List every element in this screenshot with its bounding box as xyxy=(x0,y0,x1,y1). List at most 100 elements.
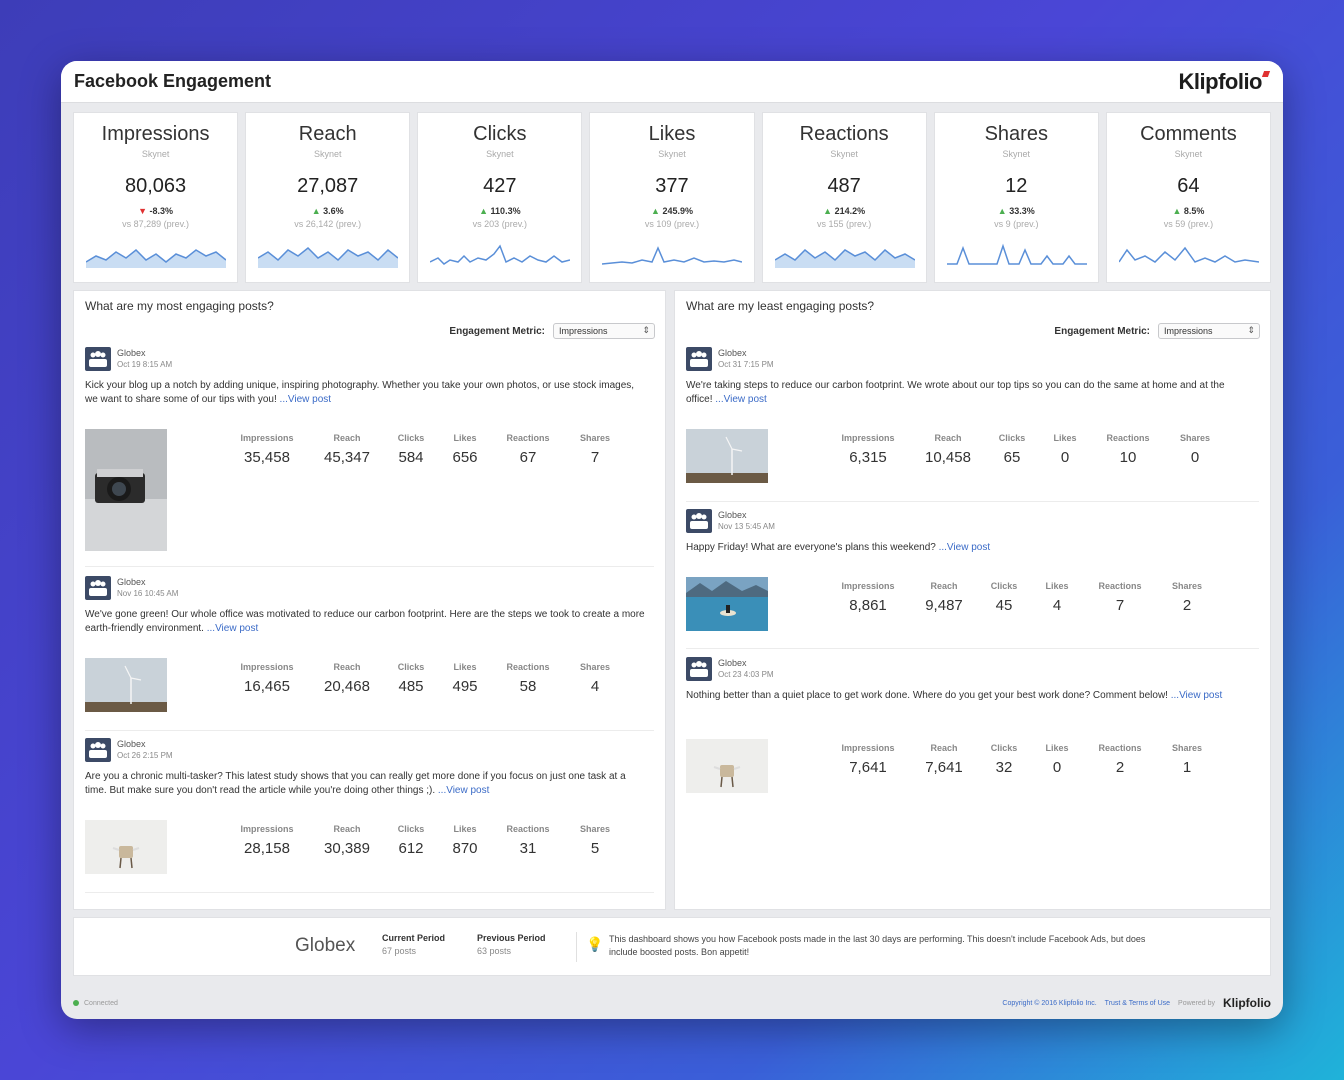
view-post-link[interactable]: ...View post xyxy=(939,542,991,553)
stat-label: Clicks xyxy=(990,743,1018,753)
kpi-value: 427 xyxy=(483,175,517,197)
stat-label: Reactions xyxy=(1098,743,1142,753)
post-stats: Impressions 8,861 Reach 9,487 Clicks 45 Lik… xyxy=(828,581,1220,614)
stat-label: Reactions xyxy=(506,433,550,443)
kpi-reach[interactable]: Reach Skynet 27,087 ▲ 3.6% vs 26,142 (pr… xyxy=(245,112,411,283)
stat-label: Reach xyxy=(930,581,958,591)
kpi-name: Reactions xyxy=(799,123,889,145)
panel-title: What are my least engaging posts? xyxy=(686,299,875,313)
stat-label: Clicks xyxy=(998,433,1026,443)
status-bar: Connected Copyright © 2016 Klipfolio Inc… xyxy=(73,994,1271,1012)
stat-reactions: Reactions 58 xyxy=(495,662,561,695)
kpi-value: 487 xyxy=(827,175,861,197)
post-image-kayak[interactable] xyxy=(686,577,768,631)
metric-select[interactable]: Impressions ⇕ xyxy=(553,323,655,339)
kpi-change: ▼ -8.3% xyxy=(74,206,237,216)
sparkline-chart xyxy=(602,246,743,265)
metric-label: Engagement Metric: xyxy=(449,325,545,337)
stat-value: 10,458 xyxy=(925,449,971,466)
stat-value: 4 xyxy=(1052,597,1062,614)
view-post-link[interactable]: ...View post xyxy=(207,623,259,634)
copyright-link[interactable]: Copyright © 2016 Klipfolio Inc. xyxy=(1002,1000,1096,1007)
previous-period-value: 63 posts xyxy=(477,946,512,956)
footer-links: Copyright © 2016 Klipfolio Inc. Trust & … xyxy=(1002,996,1271,1010)
stat-label: Likes xyxy=(453,433,477,443)
stat-likes: Likes 656 xyxy=(435,433,495,466)
stat-label: Shares xyxy=(579,433,611,443)
stat-value: 7,641 xyxy=(849,759,887,776)
stat-likes: Likes 0 xyxy=(1028,743,1086,776)
kpi-row: Impressions Skynet 80,063 ▼ -8.3% vs 87,… xyxy=(73,112,1271,283)
view-post-link[interactable]: ...View post xyxy=(1171,690,1223,701)
post-image-windmill[interactable] xyxy=(686,429,768,483)
current-period: Current Period 67 posts xyxy=(382,933,445,956)
metric-select-value: Impressions xyxy=(1164,326,1213,336)
stat-clicks: Clicks 32 xyxy=(980,743,1028,776)
current-period-label: Current Period xyxy=(382,933,446,943)
post-image-chair[interactable] xyxy=(85,820,167,874)
post-author: Globex xyxy=(718,510,747,520)
most-engaging-panel: What are my most engaging posts? Engagem… xyxy=(73,290,666,910)
kpi-prev: vs 59 (prev.) xyxy=(1163,219,1214,229)
stat-reach: Reach 9,487 xyxy=(908,581,980,614)
post-date: Oct 26 2:15 PM xyxy=(117,751,173,760)
stat-reactions: Reactions 7 xyxy=(1086,581,1154,614)
kpi-prev: vs 203 (prev.) xyxy=(472,219,528,229)
post-item: Globex Nov 16 10:45 AM We've gone green! … xyxy=(85,576,654,731)
post-meta: Globex Nov 13 5:45 AM xyxy=(718,510,775,532)
stat-value: 67 xyxy=(519,449,537,466)
stat-value: 0 xyxy=(1052,759,1062,776)
post-image-camera[interactable] xyxy=(85,429,167,551)
stat-label: Reach xyxy=(333,433,361,443)
stat-clicks: Clicks 485 xyxy=(387,662,435,695)
stat-likes: Likes 0 xyxy=(1036,433,1094,466)
metric-select[interactable]: Impressions ⇕ xyxy=(1158,323,1260,339)
stat-reach: Reach 30,389 xyxy=(307,824,387,857)
terms-link[interactable]: Trust & Terms of Use xyxy=(1105,1000,1170,1007)
stat-reach: Reach 45,347 xyxy=(307,433,387,466)
sparkline-chart xyxy=(258,246,399,268)
stat-label: Clicks xyxy=(990,581,1018,591)
engagement-metric-control: Engagement Metric: Impressions ⇕ xyxy=(449,323,655,339)
stat-label: Impressions xyxy=(841,433,895,443)
stat-impressions: Impressions 28,158 xyxy=(227,824,307,857)
current-period-value: 67 posts xyxy=(382,946,417,956)
stat-reach: Reach 7,641 xyxy=(908,743,980,776)
post-text: We've gone green! Our whole office was m… xyxy=(85,608,645,636)
stat-impressions: Impressions 6,315 xyxy=(828,433,908,466)
kpi-impressions[interactable]: Impressions Skynet 80,063 ▼ -8.3% vs 87,… xyxy=(73,112,239,283)
kpi-name: Likes xyxy=(648,123,696,145)
stat-value: 612 xyxy=(398,840,424,857)
windmill-photo xyxy=(85,658,167,712)
triangle-up-icon: ▲ xyxy=(311,206,321,216)
view-post-link[interactable]: ...View post xyxy=(438,785,490,796)
powered-by-logo[interactable]: Klipfolio xyxy=(1223,996,1271,1010)
post-image-windmill[interactable] xyxy=(85,658,167,712)
kpi-reactions[interactable]: Reactions Skynet 487 ▲ 214.2% vs 155 (pr… xyxy=(761,112,927,283)
post-text: Happy Friday! What are everyone's plans … xyxy=(686,541,1246,555)
post-image-chair[interactable] xyxy=(686,739,768,793)
klipfolio-logo[interactable]: Klipfolio xyxy=(1178,68,1271,95)
kpi-likes[interactable]: Likes Skynet 377 ▲ 245.9% vs 109 (prev.) xyxy=(589,112,755,283)
stat-value: 7,641 xyxy=(925,759,963,776)
avatar xyxy=(686,509,712,533)
stat-value: 7 xyxy=(1115,597,1125,614)
post-stats: Impressions 16,465 Reach 20,468 Clicks 485 … xyxy=(227,662,629,695)
kpi-change: ▲ 214.2% xyxy=(763,206,926,216)
kpi-shares[interactable]: Shares Skynet 12 ▲ 33.3% vs 9 (prev.) xyxy=(933,112,1099,283)
view-post-link[interactable]: ...View post xyxy=(715,394,767,405)
stat-value: 870 xyxy=(452,840,478,857)
kpi-change-value: 110.3% xyxy=(490,206,521,216)
stat-value: 8,861 xyxy=(849,597,887,614)
brand-text: Klipfolio xyxy=(1178,68,1263,94)
kpi-source: Skynet xyxy=(1174,149,1203,159)
kpi-change: ▲ 3.6% xyxy=(246,206,409,216)
stat-value: 584 xyxy=(398,449,424,466)
view-post-link[interactable]: ...View post xyxy=(280,394,332,405)
kpi-clicks[interactable]: Clicks Skynet 427 ▲ 110.3% vs 203 (prev.… xyxy=(417,112,583,283)
kpi-comments[interactable]: Comments Skynet 64 ▲ 8.5% vs 59 (prev.) xyxy=(1105,112,1271,283)
stat-reactions: Reactions 31 xyxy=(495,824,561,857)
post-author: Globex xyxy=(718,348,747,358)
panel-title: What are my most engaging posts? xyxy=(85,299,274,313)
stat-value: 58 xyxy=(519,678,537,695)
